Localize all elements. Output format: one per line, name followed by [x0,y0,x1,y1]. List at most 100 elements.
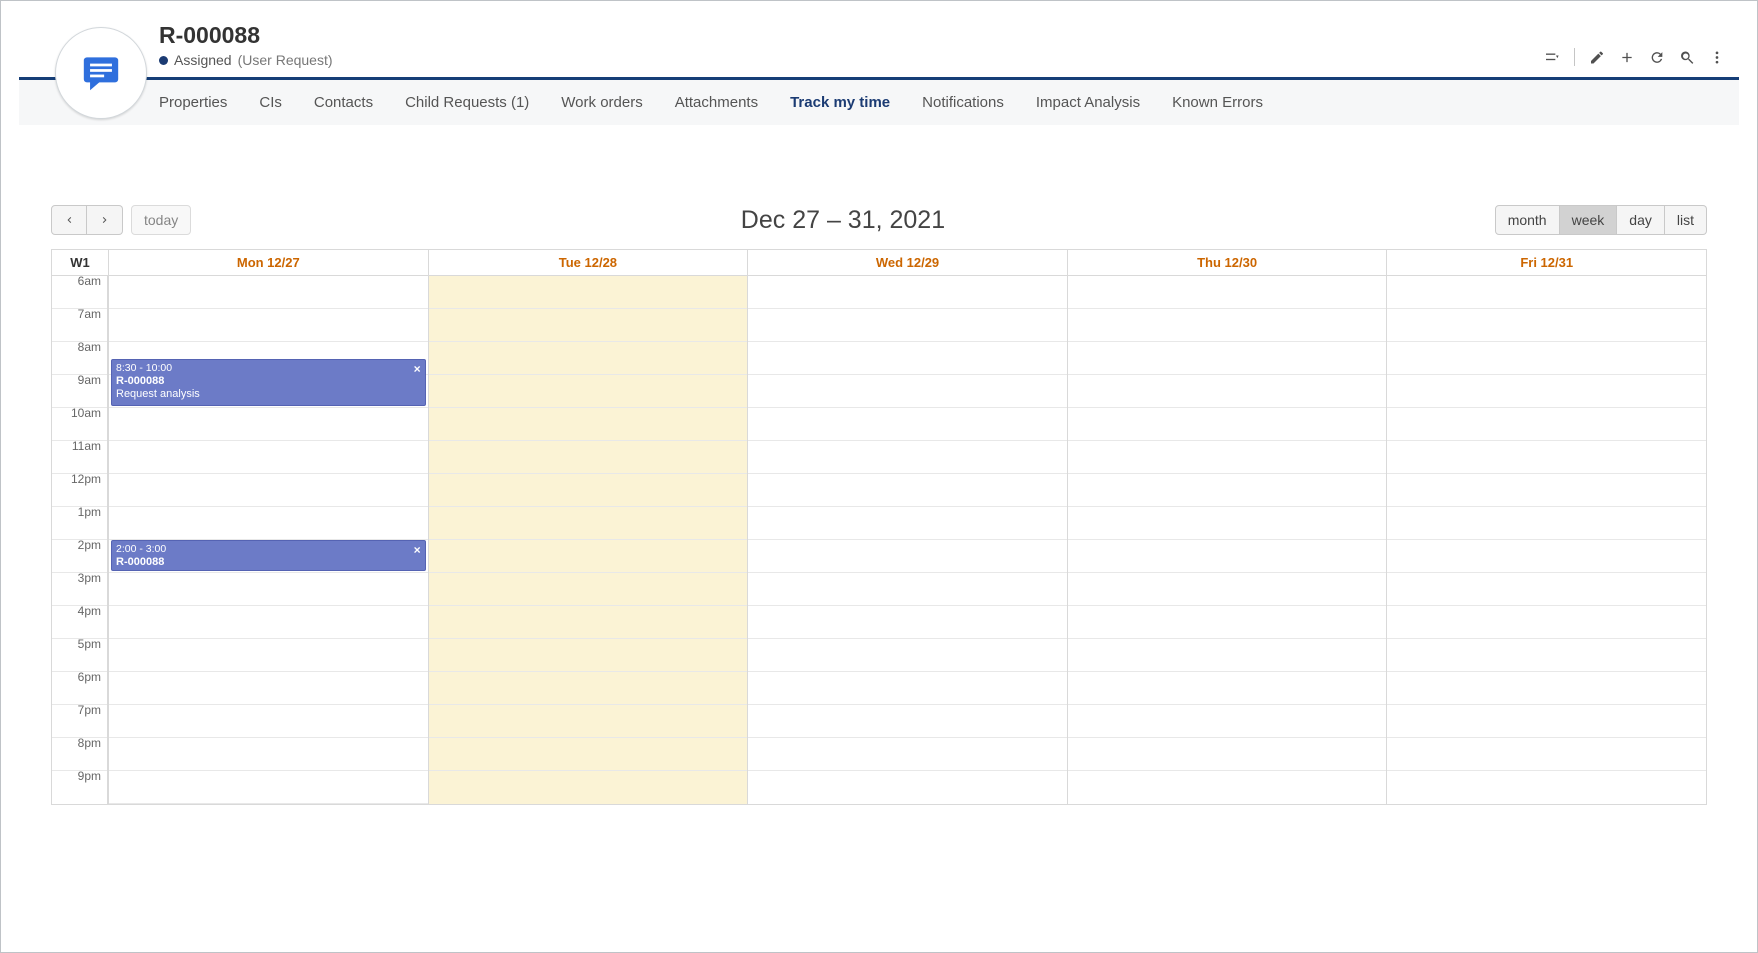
day-column[interactable] [747,276,1067,804]
time-slot[interactable] [1068,441,1387,474]
day-column[interactable] [428,276,748,804]
time-slot[interactable] [109,771,428,804]
time-slot[interactable] [1068,573,1387,606]
time-slot[interactable] [1387,309,1706,342]
time-slot[interactable] [748,441,1067,474]
time-slot[interactable] [1068,606,1387,639]
time-slot[interactable] [109,705,428,738]
close-icon[interactable]: × [414,543,421,558]
time-slot[interactable] [1387,474,1706,507]
time-slot[interactable] [429,375,748,408]
time-slot[interactable] [748,540,1067,573]
prev-button[interactable] [51,205,87,235]
view-month-button[interactable]: month [1495,205,1560,235]
tab-notifications[interactable]: Notifications [922,94,1004,111]
time-slot[interactable] [109,408,428,441]
time-slot[interactable] [748,309,1067,342]
time-slot[interactable] [1387,375,1706,408]
time-slot[interactable] [748,639,1067,672]
time-slot[interactable] [429,738,748,771]
more-button[interactable] [1703,43,1731,71]
time-slot[interactable] [748,606,1067,639]
time-slot[interactable] [109,309,428,342]
time-slot[interactable] [109,606,428,639]
time-slot[interactable] [1387,738,1706,771]
time-slot[interactable] [1068,540,1387,573]
time-slot[interactable] [748,375,1067,408]
time-slot[interactable] [429,771,748,804]
time-slot[interactable] [1068,474,1387,507]
search-button[interactable] [1673,43,1701,71]
time-slot[interactable] [1068,408,1387,441]
time-slot[interactable] [1387,276,1706,309]
view-day-button[interactable]: day [1617,205,1665,235]
time-slot[interactable] [429,540,748,573]
time-slot[interactable] [429,276,748,309]
time-slot[interactable] [1068,276,1387,309]
time-slot[interactable] [748,342,1067,375]
time-slot[interactable] [748,672,1067,705]
time-slot[interactable] [1387,705,1706,738]
view-week-button[interactable]: week [1560,205,1618,235]
time-slot[interactable] [1068,342,1387,375]
time-slot[interactable] [748,276,1067,309]
time-slot[interactable] [429,705,748,738]
time-slot[interactable] [1387,672,1706,705]
time-slot[interactable] [1068,639,1387,672]
day-column[interactable] [1386,276,1706,804]
refresh-button[interactable] [1643,43,1671,71]
time-slot[interactable] [109,738,428,771]
tab-work-orders[interactable]: Work orders [561,94,642,111]
settings-dropdown-button[interactable] [1538,43,1566,71]
close-icon[interactable]: × [414,362,421,377]
tab-child-requests-1[interactable]: Child Requests (1) [405,94,529,111]
time-slot[interactable] [748,705,1067,738]
time-slot[interactable] [429,672,748,705]
time-slot[interactable] [748,507,1067,540]
time-slot[interactable] [109,276,428,309]
view-list-button[interactable]: list [1665,205,1707,235]
time-slot[interactable] [1068,705,1387,738]
time-slot[interactable] [429,606,748,639]
time-slot[interactable] [429,408,748,441]
time-slot[interactable] [1068,771,1387,804]
time-slot[interactable] [1387,573,1706,606]
time-slot[interactable] [429,507,748,540]
time-slot[interactable] [748,408,1067,441]
add-button[interactable] [1613,43,1641,71]
time-slot[interactable] [1068,672,1387,705]
time-slot[interactable] [1387,507,1706,540]
time-slot[interactable] [1387,606,1706,639]
time-slot[interactable] [748,474,1067,507]
today-button[interactable]: today [131,205,191,235]
day-column[interactable]: 8:30 - 10:00R-000088Request analysis×2:0… [108,276,428,804]
time-slot[interactable] [429,441,748,474]
time-slot[interactable] [1387,441,1706,474]
time-slot[interactable] [109,639,428,672]
time-slot[interactable] [1387,639,1706,672]
time-slot[interactable] [109,507,428,540]
edit-button[interactable] [1583,43,1611,71]
time-slot[interactable] [1387,342,1706,375]
time-slot[interactable] [429,342,748,375]
tab-known-errors[interactable]: Known Errors [1172,94,1263,111]
time-slot[interactable] [1387,540,1706,573]
tab-cis[interactable]: CIs [259,94,282,111]
calendar-event[interactable]: 2:00 - 3:00R-000088Analyse customer answ… [111,540,426,571]
tab-contacts[interactable]: Contacts [314,94,373,111]
time-slot[interactable] [109,573,428,606]
tab-impact-analysis[interactable]: Impact Analysis [1036,94,1140,111]
time-slot[interactable] [1068,309,1387,342]
time-slot[interactable] [1068,738,1387,771]
time-slot[interactable] [109,474,428,507]
time-slot[interactable] [1068,375,1387,408]
tab-properties[interactable]: Properties [159,94,227,111]
time-slot[interactable] [429,309,748,342]
time-slot[interactable] [429,639,748,672]
next-button[interactable] [87,205,123,235]
time-slot[interactable] [109,672,428,705]
day-column[interactable] [1067,276,1387,804]
time-slot[interactable] [109,441,428,474]
time-slot[interactable] [748,573,1067,606]
time-slot[interactable] [429,573,748,606]
